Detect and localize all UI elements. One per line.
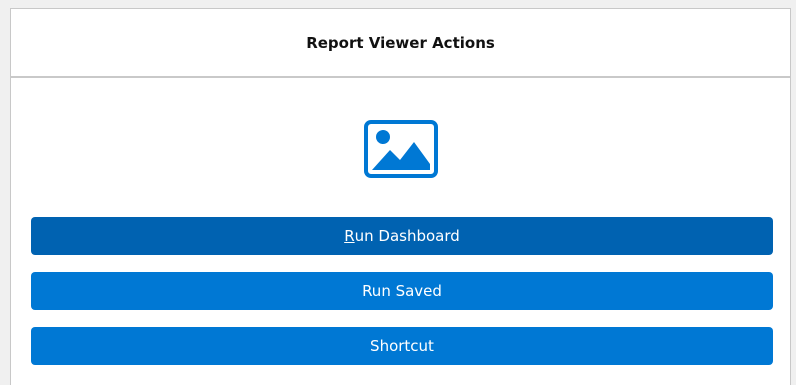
run-dashboard-mnemonic: R: [344, 227, 355, 245]
image-icon: [364, 120, 438, 178]
panel-header: Report Viewer Actions: [11, 9, 790, 78]
run-dashboard-button[interactable]: Run Dashboard: [31, 217, 773, 255]
image-icon-svg: [364, 120, 438, 178]
run-dashboard-label: un Dashboard: [354, 227, 460, 245]
shortcut-button[interactable]: Shortcut: [31, 327, 773, 365]
run-saved-label: Run Saved: [362, 282, 442, 300]
report-viewer-actions-panel: Report Viewer Actions Run Dashboard Run …: [10, 8, 791, 385]
run-saved-button[interactable]: Run Saved: [31, 272, 773, 310]
panel-title: Report Viewer Actions: [306, 33, 495, 52]
shortcut-label: Shortcut: [370, 337, 434, 355]
